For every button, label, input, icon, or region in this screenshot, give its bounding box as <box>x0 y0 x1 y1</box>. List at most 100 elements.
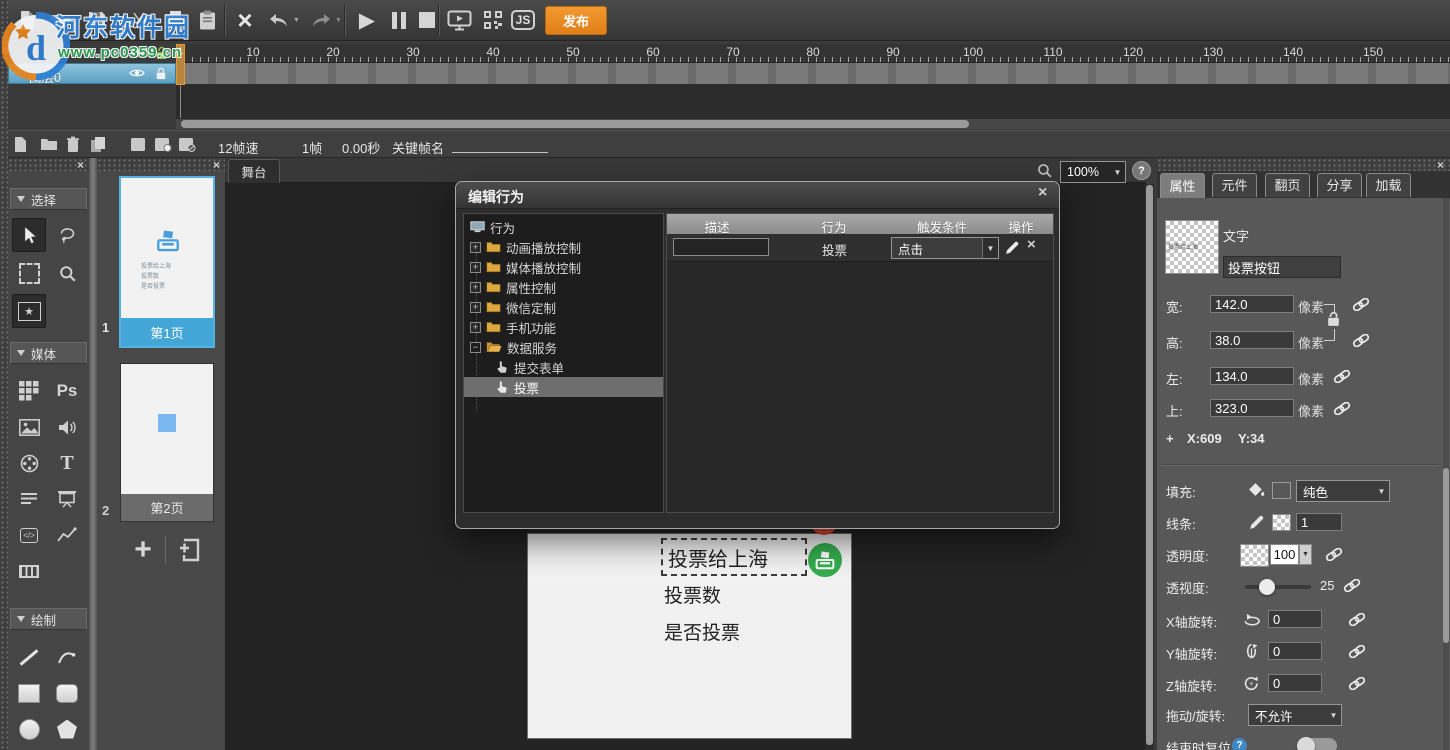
timeline-hscrollbar-thumb[interactable] <box>181 120 969 128</box>
tool-chart[interactable] <box>50 518 84 552</box>
properties-vscrollbar-thumb[interactable] <box>1443 468 1449 643</box>
left-dock-grip[interactable] <box>0 0 8 750</box>
tab-properties[interactable]: 属性 <box>1160 173 1205 199</box>
paint-bucket-icon[interactable] <box>1248 482 1266 497</box>
edit-behavior-button[interactable] <box>1005 240 1020 255</box>
section-select[interactable]: 选择 <box>10 188 87 210</box>
width-input[interactable] <box>1210 295 1294 313</box>
lock-column-lock-icon[interactable] <box>155 46 168 60</box>
zoom-level-select[interactable]: 100% ▼ <box>1060 161 1126 183</box>
tool-photoshop-import[interactable]: Ps <box>50 374 84 408</box>
behavior-description-input[interactable] <box>673 238 769 256</box>
tree-leaf-submit-form[interactable]: 提交表单 <box>464 357 663 377</box>
new-document-button[interactable] <box>12 5 42 35</box>
page-label[interactable]: 第2页 <box>121 494 213 521</box>
reset-help-icon[interactable]: ? <box>1232 738 1247 750</box>
wh-lock-icon[interactable] <box>1326 311 1341 327</box>
tool-rounded-rectangle[interactable] <box>50 676 84 710</box>
width-link-icon[interactable] <box>1352 298 1370 311</box>
open-file-button[interactable] <box>46 5 76 35</box>
save-button[interactable] <box>82 5 112 35</box>
expander-icon[interactable]: + <box>470 262 481 273</box>
tab-loading[interactable]: 加载 <box>1366 173 1411 197</box>
expander-icon[interactable]: + <box>470 242 481 253</box>
publish-button[interactable]: 发布 <box>545 6 607 35</box>
perspective-slider-track[interactable] <box>1245 585 1311 589</box>
tree-folder-animation[interactable]: +动画播放控制 <box>464 237 663 257</box>
open-frame-folder-button[interactable] <box>40 137 58 151</box>
tool-video[interactable] <box>12 446 46 480</box>
line-pencil-icon[interactable] <box>1249 514 1265 530</box>
opacity-link-icon[interactable] <box>1325 548 1343 561</box>
insert-blank-keyframe-button[interactable] <box>178 137 196 152</box>
reset-toggle-knob[interactable] <box>1297 737 1315 750</box>
timeline-close-button[interactable]: × <box>2 45 9 55</box>
top-input[interactable] <box>1210 399 1294 417</box>
stage-vscrollbar-track[interactable] <box>1145 184 1154 750</box>
perspective-slider-knob[interactable] <box>1259 579 1275 595</box>
undo-button[interactable] <box>264 5 294 35</box>
tool-filmstrip[interactable] <box>12 554 46 588</box>
tool-transform[interactable] <box>12 256 46 290</box>
opacity-swatch[interactable] <box>1240 544 1269 567</box>
add-page-button[interactable]: + <box>127 530 159 570</box>
keyframe-name-input[interactable] <box>452 152 548 153</box>
expander-icon[interactable]: − <box>470 342 481 353</box>
undo-caret-icon[interactable]: ▼ <box>293 17 300 24</box>
tool-select-arrow[interactable] <box>12 218 46 252</box>
reset-toggle[interactable] <box>1297 738 1337 750</box>
element-name-input[interactable] <box>1223 256 1341 278</box>
pages-panel-close-button[interactable]: × <box>213 160 220 170</box>
opacity-spinner-button[interactable]: ▼ <box>1299 544 1312 565</box>
tab-page-flip[interactable]: 翻页 <box>1265 173 1310 197</box>
tool-component[interactable]: ★ <box>12 294 46 328</box>
rotate-x-link-icon[interactable] <box>1348 613 1366 626</box>
new-frame-button[interactable] <box>14 136 27 153</box>
stage-vscrollbar-thumb[interactable] <box>1146 185 1153 745</box>
tool-rectangle[interactable] <box>12 676 46 710</box>
left-input[interactable] <box>1210 367 1294 385</box>
top-link-icon[interactable] <box>1333 402 1351 415</box>
drag-rotate-select[interactable]: 不允许 ▼ <box>1248 704 1342 726</box>
perspective-link-icon[interactable] <box>1343 579 1361 592</box>
vote-status-text[interactable]: 是否投票 <box>664 618 740 645</box>
properties-vscrollbar-track[interactable] <box>1443 198 1449 750</box>
delete-button[interactable]: × <box>230 5 260 35</box>
tree-root[interactable]: 行为 <box>464 217 663 237</box>
redo-button[interactable] <box>306 5 336 35</box>
qr-code-button[interactable] <box>478 5 508 35</box>
tool-zoom[interactable] <box>50 256 84 290</box>
page-thumbnail-2[interactable]: 第2页 <box>120 363 214 522</box>
dialog-titlebar[interactable]: 编辑行为 × <box>456 182 1059 209</box>
properties-panel-grip[interactable] <box>1157 158 1450 171</box>
delete-behavior-button[interactable]: × <box>1027 240 1036 250</box>
tool-component-library[interactable] <box>12 374 46 408</box>
playhead[interactable]: 1 <box>176 44 185 85</box>
tool-html-embed[interactable]: </> <box>12 518 46 552</box>
line-width-input[interactable] <box>1296 513 1342 531</box>
page-thumbnail-1[interactable]: 投票给上海投票数是否投票 第1页 <box>119 176 215 348</box>
panel-splitter[interactable] <box>89 158 97 750</box>
rotate-y-input[interactable] <box>1268 642 1322 660</box>
section-media[interactable]: 媒体 <box>10 342 87 364</box>
tool-polygon[interactable] <box>50 712 84 746</box>
rotate-y-link-icon[interactable] <box>1348 645 1366 658</box>
layer-eye-icon[interactable] <box>129 68 145 78</box>
layer-row[interactable]: 图层0 <box>8 63 176 84</box>
expander-icon[interactable]: + <box>470 322 481 333</box>
page-label[interactable]: 第1页 <box>121 318 213 346</box>
tab-components[interactable]: 元件 <box>1212 173 1257 197</box>
dialog-close-button[interactable]: × <box>1038 188 1047 198</box>
trigger-select[interactable]: 点击 ▼ <box>891 237 999 259</box>
preview-button[interactable] <box>444 5 474 35</box>
play-button[interactable]: ▶ <box>352 5 382 35</box>
tool-line[interactable] <box>12 640 46 674</box>
tree-folder-dataservice[interactable]: −数据服务 <box>464 337 663 357</box>
section-draw[interactable]: 绘制 <box>10 608 87 630</box>
help-button[interactable]: ? <box>1132 161 1151 180</box>
fps-value[interactable]: 12帧速 <box>218 138 258 157</box>
redo-caret-icon[interactable]: ▼ <box>335 17 342 24</box>
tree-folder-phone[interactable]: +手机功能 <box>464 317 663 337</box>
badge-vote-component[interactable] <box>808 543 842 577</box>
js-export-button[interactable]: JS <box>508 5 538 35</box>
